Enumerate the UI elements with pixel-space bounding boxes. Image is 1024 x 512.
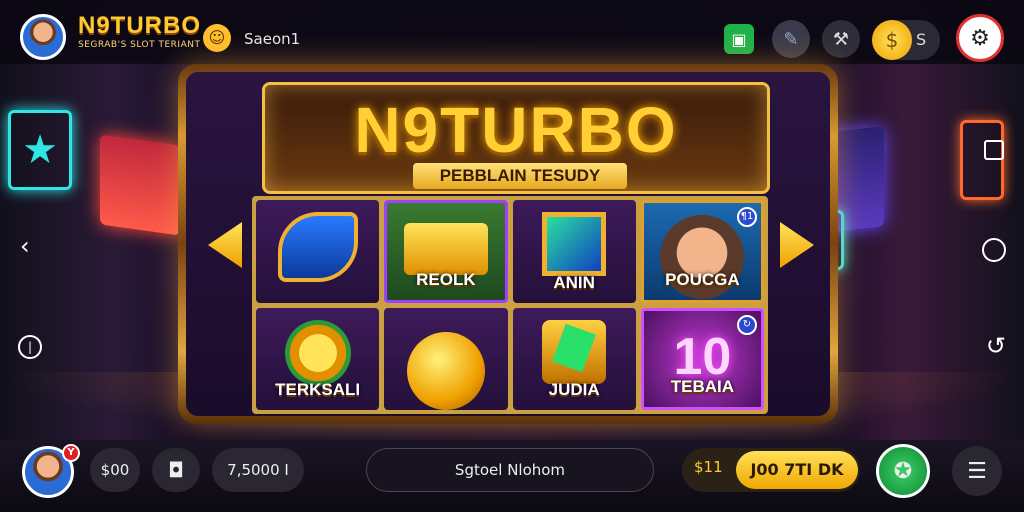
- spin-icon[interactable]: ✪: [876, 444, 930, 498]
- slot-machine: N9TURBO PEBBLAIN TESUDY REOLK ANIN ¶1 PO…: [178, 64, 838, 424]
- logo-title: N9TURBO: [354, 94, 678, 166]
- tile-label: TEBAIA: [670, 377, 735, 396]
- prev-arrow-icon[interactable]: [208, 222, 242, 268]
- tile-label: TERKSALI: [275, 380, 361, 399]
- medal-icon: [284, 319, 351, 386]
- notification-badge: Y: [62, 444, 80, 462]
- credit-display: $00: [90, 448, 140, 492]
- settings-icon[interactable]: ⚙: [956, 14, 1004, 62]
- tools-icon[interactable]: ⚒: [822, 20, 860, 58]
- next-arrow-icon[interactable]: [780, 222, 814, 268]
- profile-avatar[interactable]: [20, 14, 66, 60]
- coin-value: S: [916, 30, 927, 49]
- neon-red-sign: [100, 134, 180, 236]
- tile-label: POUCGA: [665, 269, 740, 289]
- neon-star-sign: ★: [8, 110, 72, 190]
- chat-icon[interactable]: ◘: [152, 448, 200, 492]
- gem-icon: [542, 212, 607, 276]
- mini-coin-value: $11: [694, 458, 723, 476]
- coin-icon: $: [872, 20, 912, 60]
- gold-button[interactable]: J00 7TI DK: [736, 451, 858, 489]
- menu-icon[interactable]: ☰: [952, 446, 1002, 496]
- balance-display: 7,5000 I: [212, 448, 304, 492]
- game-tile[interactable]: [256, 200, 380, 303]
- machine-screen: N9TURBO PEBBLAIN TESUDY REOLK ANIN ¶1 PO…: [186, 72, 830, 416]
- power-icon[interactable]: |: [18, 335, 42, 359]
- tile-label: JUDIA: [548, 380, 600, 399]
- circle-icon[interactable]: [982, 238, 1006, 262]
- gold-coin-icon: [406, 331, 485, 410]
- scroll-icon: [277, 212, 358, 282]
- square-icon[interactable]: [984, 140, 1004, 160]
- logo-banner: PEBBLAIN TESUDY: [413, 163, 627, 189]
- session-label: Saeon1: [244, 30, 301, 48]
- brand: N9TURBO SEGRAB'S SLOT TERIANT: [78, 14, 201, 50]
- game-tile[interactable]: ↻ 10 TEBAIA: [640, 307, 764, 410]
- coin-balance[interactable]: $ S: [872, 20, 940, 60]
- ticket-icon[interactable]: ✎: [772, 20, 810, 58]
- emoji-icon[interactable]: ☺: [203, 24, 231, 52]
- logo-panel: N9TURBO PEBBLAIN TESUDY: [262, 82, 770, 194]
- wallet-icon[interactable]: ▣: [724, 24, 754, 54]
- brand-title: N9TURBO: [78, 12, 202, 39]
- game-tile[interactable]: ANIN: [512, 200, 636, 303]
- bet-control[interactable]: $11 J00 7TI DK: [682, 448, 860, 492]
- game-tile[interactable]: ¶1 POUCGA: [640, 200, 764, 303]
- game-grid: REOLK ANIN ¶1 POUCGA TERKSALI JUDIA ↻ 10…: [252, 196, 768, 414]
- back-icon[interactable]: ‹: [20, 234, 30, 258]
- brand-subtitle: SEGRAB'S SLOT TERIANT: [78, 40, 201, 50]
- treasure-icon: [542, 319, 607, 384]
- neon-orange-sign: [960, 120, 1004, 200]
- gold-bar-icon: [403, 223, 488, 275]
- game-tile[interactable]: [384, 307, 508, 410]
- tile-label: REOLK: [416, 269, 476, 289]
- game-tile[interactable]: TERKSALI: [256, 307, 380, 410]
- rotate-icon[interactable]: ↺: [986, 334, 1006, 358]
- tile-label: ANIN: [553, 272, 595, 292]
- game-tile[interactable]: REOLK: [384, 200, 508, 303]
- tile-badge: ¶1: [737, 207, 757, 227]
- status-field[interactable]: Sgtoel Nlohom: [366, 448, 654, 492]
- game-tile[interactable]: JUDIA: [512, 307, 636, 410]
